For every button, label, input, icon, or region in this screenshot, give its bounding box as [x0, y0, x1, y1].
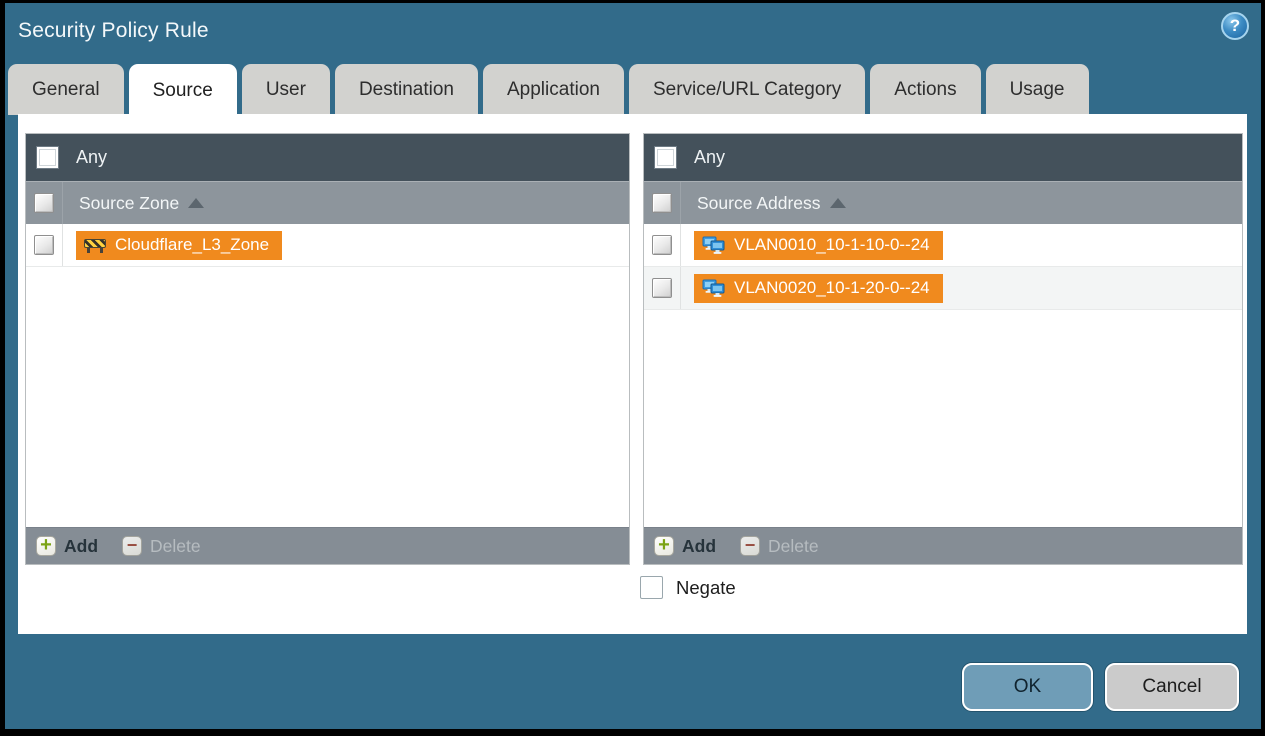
row-checkbox-cell	[644, 267, 681, 309]
source-address-select-all-cell	[644, 182, 681, 224]
source-zone-select-all-cell	[26, 182, 63, 224]
source-address-panel: Any Source Address VLAN0010_10-1-10-0--2…	[643, 133, 1243, 565]
source-zone-column-title: Source Zone	[79, 192, 180, 213]
source-address-table-body: VLAN0010_10-1-10-0--24 VLAN0020_10-1-20-…	[644, 224, 1242, 527]
negate-label: Negate	[676, 576, 736, 598]
minus-icon	[122, 536, 143, 556]
source-address-column-header[interactable]: Source Address	[644, 181, 1242, 224]
security-policy-rule-dialog: Security Policy Rule General Source User…	[5, 3, 1261, 729]
source-zone-footer: Add Delete	[26, 527, 629, 564]
table-row[interactable]: VLAN0020_10-1-20-0--24	[644, 267, 1242, 310]
address-value-chip[interactable]: VLAN0020_10-1-20-0--24	[694, 273, 943, 303]
delete-zone-button[interactable]: Delete	[122, 536, 201, 557]
table-row[interactable]: VLAN0010_10-1-10-0--24	[644, 224, 1242, 267]
tab-service-url-category[interactable]: Service/URL Category	[628, 64, 866, 115]
source-zone-any-label: Any	[76, 147, 108, 167]
plus-icon	[654, 536, 674, 556]
tab-general[interactable]: General	[8, 64, 124, 115]
source-zone-select-all-checkbox[interactable]	[34, 193, 54, 213]
tab-usage[interactable]: Usage	[985, 64, 1089, 115]
tab-destination[interactable]: Destination	[334, 64, 478, 115]
help-icon[interactable]	[1221, 12, 1249, 40]
table-row[interactable]: Cloudflare_L3_Zone	[26, 224, 629, 267]
negate-checkbox[interactable]	[640, 576, 663, 599]
sort-ascending-icon	[829, 198, 846, 208]
source-address-footer: Add Delete	[644, 527, 1242, 564]
address-value-label: VLAN0010_10-1-10-0--24	[734, 235, 930, 254]
row-checkbox[interactable]	[652, 235, 672, 255]
source-address-any-checkbox[interactable]	[654, 146, 677, 169]
row-checkbox[interactable]	[652, 278, 672, 298]
source-address-column-title: Source Address	[697, 192, 821, 213]
dialog-titlebar: Security Policy Rule	[5, 3, 1261, 63]
source-zone-any-checkbox[interactable]	[36, 146, 59, 169]
tab-bar: General Source User Destination Applicat…	[8, 64, 1089, 119]
source-zone-column-header[interactable]: Source Zone	[26, 181, 629, 224]
ok-button[interactable]: OK	[962, 663, 1093, 711]
zone-value-chip[interactable]: Cloudflare_L3_Zone	[76, 230, 283, 260]
address-value-chip[interactable]: VLAN0010_10-1-10-0--24	[694, 230, 943, 260]
tab-source[interactable]: Source	[128, 64, 237, 119]
source-tab-content: Any Source Zone Cloudflare_L3_Zone + Add…	[18, 114, 1247, 634]
row-checkbox-cell	[26, 224, 63, 266]
tab-actions[interactable]: Actions	[870, 64, 981, 115]
source-zone-any-header: Any	[26, 134, 629, 181]
minus-icon	[740, 536, 761, 556]
source-zone-table-body: Cloudflare_L3_Zone	[26, 224, 629, 527]
tab-user[interactable]: User	[241, 64, 330, 115]
source-address-any-label: Any	[694, 147, 726, 167]
source-zone-panel: Any Source Zone Cloudflare_L3_Zone + Add…	[25, 133, 630, 565]
negate-control: Negate	[640, 576, 736, 599]
row-checkbox[interactable]	[34, 235, 54, 255]
dialog-title: Security Policy Rule	[18, 19, 209, 42]
source-address-any-header: Any	[644, 134, 1242, 181]
zone-icon	[83, 237, 107, 253]
screen: Security Policy Rule General Source User…	[0, 0, 1265, 736]
zone-value-label: Cloudflare_L3_Zone	[115, 235, 270, 254]
sort-ascending-icon	[188, 198, 205, 208]
source-address-select-all-checkbox[interactable]	[652, 193, 672, 213]
row-checkbox-cell	[644, 224, 681, 266]
tab-application[interactable]: Application	[483, 64, 624, 115]
add-zone-button[interactable]: Add	[36, 536, 98, 557]
network-address-icon	[702, 279, 725, 297]
network-address-icon	[702, 236, 725, 254]
add-address-button[interactable]: Add	[654, 536, 716, 557]
address-value-label: VLAN0020_10-1-20-0--24	[734, 278, 930, 297]
delete-address-button[interactable]: Delete	[740, 536, 819, 557]
plus-icon	[36, 536, 56, 556]
cancel-button[interactable]: Cancel	[1105, 663, 1239, 711]
